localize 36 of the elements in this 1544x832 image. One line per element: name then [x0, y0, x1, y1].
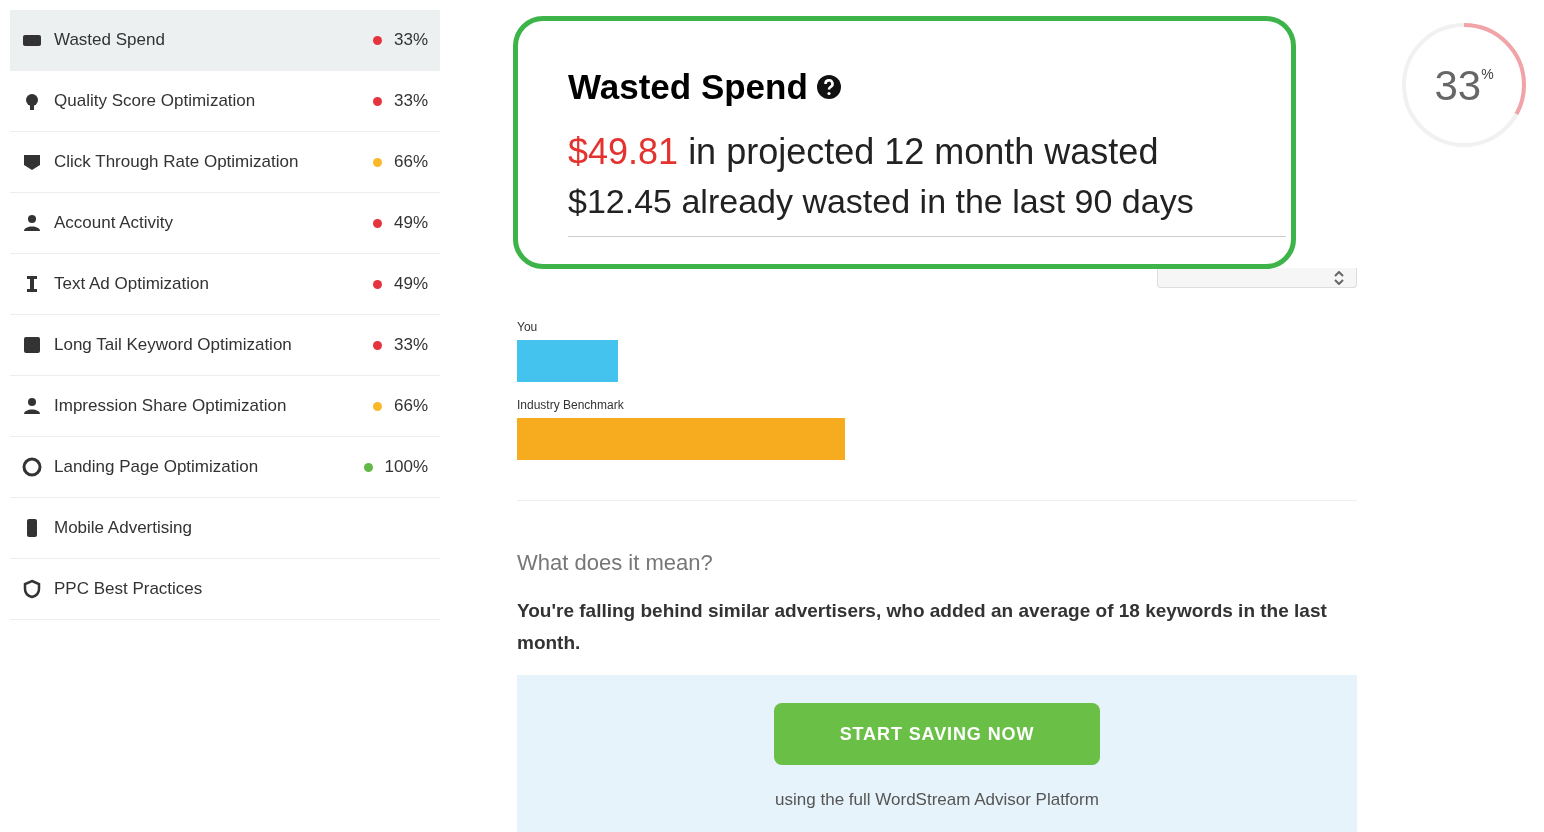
item-score: 33%	[393, 90, 428, 113]
circle-icon	[22, 457, 42, 477]
item-label: Account Activity	[54, 212, 175, 235]
item-score: 49%	[393, 212, 428, 235]
item-label: Landing Page Optimization	[54, 456, 260, 479]
item-label: Quality Score Optimization	[54, 90, 257, 113]
sidebar-item[interactable]: Wasted Spend 33%	[10, 10, 440, 71]
projected-waste-text: $49.81 in projected 12 month wasted	[568, 129, 1160, 174]
item-score: 66%	[393, 151, 428, 174]
item-score: 33%	[393, 334, 428, 357]
item-label: Text Ad Optimization	[54, 273, 210, 296]
user-icon	[22, 213, 42, 233]
gauge-value: 33	[1434, 60, 1482, 111]
user-icon	[22, 396, 42, 416]
square-icon	[22, 335, 42, 355]
caret-icon	[1334, 270, 1344, 285]
item-label: Click Through Rate Optimization	[54, 151, 300, 174]
item-label: PPC Best Practices	[54, 578, 204, 601]
item-label: Impression Share Optimization	[54, 395, 288, 418]
callout-title: Wasted Spend	[568, 66, 808, 108]
item-score: 66%	[393, 395, 428, 418]
shield-icon	[22, 579, 42, 599]
bar-label: You	[517, 319, 539, 336]
bar-label: Industry Benchmark	[517, 397, 625, 414]
item-label: Long Tail Keyword Optimization	[54, 334, 293, 357]
item-label: Wasted Spend	[54, 29, 166, 52]
help-icon[interactable]	[815, 74, 842, 101]
item-label: Mobile Advertising	[54, 517, 193, 540]
item-score: 100%	[384, 456, 428, 479]
past-waste-text: $12.45 already wasted in the last 90 days	[568, 180, 1195, 222]
section-heading: What does it mean?	[517, 549, 714, 577]
item-score: 33%	[393, 29, 428, 52]
item-score: 49%	[393, 273, 428, 296]
gauge-unit: %	[1481, 65, 1494, 82]
explanation-text: You're falling behind similar advertisers, who added an average of 18 keywords in the last month.	[517, 599, 1328, 655]
cta-note: using the full WordStream Advisor Platform	[775, 789, 1099, 811]
